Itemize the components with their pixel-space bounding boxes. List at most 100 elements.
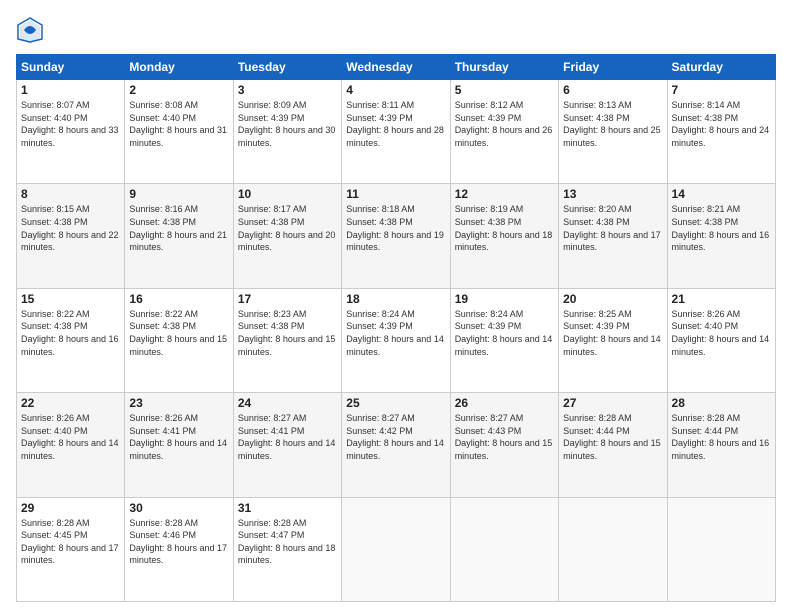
calendar-cell: 8Sunrise: 8:15 AMSunset: 4:38 PMDaylight… xyxy=(17,184,125,288)
day-number: 18 xyxy=(346,292,445,306)
day-info: Sunrise: 8:22 AMSunset: 4:38 PMDaylight:… xyxy=(129,308,228,358)
day-info: Sunrise: 8:24 AMSunset: 4:39 PMDaylight:… xyxy=(346,308,445,358)
calendar-header: SundayMondayTuesdayWednesdayThursdayFrid… xyxy=(17,55,776,80)
day-number: 28 xyxy=(672,396,771,410)
day-number: 20 xyxy=(563,292,662,306)
calendar-cell: 6Sunrise: 8:13 AMSunset: 4:38 PMDaylight… xyxy=(559,80,667,184)
day-info: Sunrise: 8:24 AMSunset: 4:39 PMDaylight:… xyxy=(455,308,554,358)
day-info: Sunrise: 8:26 AMSunset: 4:41 PMDaylight:… xyxy=(129,412,228,462)
day-info: Sunrise: 8:28 AMSunset: 4:45 PMDaylight:… xyxy=(21,517,120,567)
header-day-thursday: Thursday xyxy=(450,55,558,80)
day-info: Sunrise: 8:21 AMSunset: 4:38 PMDaylight:… xyxy=(672,203,771,253)
day-info: Sunrise: 8:07 AMSunset: 4:40 PMDaylight:… xyxy=(21,99,120,149)
calendar-cell: 25 Sunrise: 8:27 AMSunset: 4:42 PMDayligh… xyxy=(342,393,450,497)
day-number: 4 xyxy=(346,83,445,97)
calendar-row-0: 1 Sunrise: 8:07 AMSunset: 4:40 PMDaylight… xyxy=(17,80,776,184)
day-number: 15 xyxy=(21,292,120,306)
calendar-cell: 16 Sunrise: 8:22 AMSunset: 4:38 PMDayligh… xyxy=(125,288,233,392)
day-info: Sunrise: 8:22 AMSunset: 4:38 PMDaylight:… xyxy=(21,308,120,358)
day-number: 19 xyxy=(455,292,554,306)
day-number: 25 xyxy=(346,396,445,410)
day-number: 10 xyxy=(238,187,337,201)
day-info: Sunrise: 8:27 AMSunset: 4:42 PMDaylight:… xyxy=(346,412,445,462)
calendar-cell xyxy=(667,497,775,601)
day-number: 31 xyxy=(238,501,337,515)
header-row: SundayMondayTuesdayWednesdayThursdayFrid… xyxy=(17,55,776,80)
day-info: Sunrise: 8:26 AMSunset: 4:40 PMDaylight:… xyxy=(672,308,771,358)
calendar-cell: 26 Sunrise: 8:27 AMSunset: 4:43 PMDayligh… xyxy=(450,393,558,497)
day-info: Sunrise: 8:26 AMSunset: 4:40 PMDaylight:… xyxy=(21,412,120,462)
day-info: Sunrise: 8:16 AMSunset: 4:38 PMDaylight:… xyxy=(129,203,228,253)
calendar-cell: 1 Sunrise: 8:07 AMSunset: 4:40 PMDaylight… xyxy=(17,80,125,184)
day-number: 11 xyxy=(346,187,445,201)
header-day-tuesday: Tuesday xyxy=(233,55,341,80)
day-number: 23 xyxy=(129,396,228,410)
day-info: Sunrise: 8:12 AMSunset: 4:39 PMDaylight:… xyxy=(455,99,554,149)
day-info: Sunrise: 8:28 AMSunset: 4:46 PMDaylight:… xyxy=(129,517,228,567)
day-number: 22 xyxy=(21,396,120,410)
day-info: Sunrise: 8:20 AMSunset: 4:38 PMDaylight:… xyxy=(563,203,662,253)
day-info: Sunrise: 8:27 AMSunset: 4:41 PMDaylight:… xyxy=(238,412,337,462)
calendar-cell: 30Sunrise: 8:28 AMSunset: 4:46 PMDayligh… xyxy=(125,497,233,601)
header-day-wednesday: Wednesday xyxy=(342,55,450,80)
day-info: Sunrise: 8:18 AMSunset: 4:38 PMDaylight:… xyxy=(346,203,445,253)
day-number: 16 xyxy=(129,292,228,306)
calendar-row-4: 29 Sunrise: 8:28 AMSunset: 4:45 PMDayligh… xyxy=(17,497,776,601)
calendar-row-3: 22 Sunrise: 8:26 AMSunset: 4:40 PMDayligh… xyxy=(17,393,776,497)
day-info: Sunrise: 8:09 AMSunset: 4:39 PMDaylight:… xyxy=(238,99,337,149)
day-info: Sunrise: 8:15 AMSunset: 4:38 PMDaylight:… xyxy=(21,203,120,253)
calendar-cell xyxy=(342,497,450,601)
day-info: Sunrise: 8:08 AMSunset: 4:40 PMDaylight:… xyxy=(129,99,228,149)
logo-icon xyxy=(16,16,44,44)
calendar-cell: 19 Sunrise: 8:24 AMSunset: 4:39 PMDayligh… xyxy=(450,288,558,392)
calendar-cell: 23 Sunrise: 8:26 AMSunset: 4:41 PMDayligh… xyxy=(125,393,233,497)
day-info: Sunrise: 8:28 AMSunset: 4:44 PMDaylight:… xyxy=(672,412,771,462)
day-number: 14 xyxy=(672,187,771,201)
day-info: Sunrise: 8:17 AMSunset: 4:38 PMDaylight:… xyxy=(238,203,337,253)
calendar-cell: 28 Sunrise: 8:28 AMSunset: 4:44 PMDayligh… xyxy=(667,393,775,497)
header-day-sunday: Sunday xyxy=(17,55,125,80)
day-info: Sunrise: 8:25 AMSunset: 4:39 PMDaylight:… xyxy=(563,308,662,358)
day-number: 2 xyxy=(129,83,228,97)
calendar-cell: 20 Sunrise: 8:25 AMSunset: 4:39 PMDayligh… xyxy=(559,288,667,392)
day-number: 17 xyxy=(238,292,337,306)
day-number: 27 xyxy=(563,396,662,410)
day-number: 5 xyxy=(455,83,554,97)
day-number: 7 xyxy=(672,83,771,97)
calendar-row-2: 15 Sunrise: 8:22 AMSunset: 4:38 PMDayligh… xyxy=(17,288,776,392)
header-day-friday: Friday xyxy=(559,55,667,80)
calendar-cell: 27Sunrise: 8:28 AMSunset: 4:44 PMDayligh… xyxy=(559,393,667,497)
calendar-cell: 2 Sunrise: 8:08 AMSunset: 4:40 PMDaylight… xyxy=(125,80,233,184)
calendar-cell: 13 Sunrise: 8:20 AMSunset: 4:38 PMDayligh… xyxy=(559,184,667,288)
day-number: 29 xyxy=(21,501,120,515)
calendar-cell: 31Sunrise: 8:28 AMSunset: 4:47 PMDayligh… xyxy=(233,497,341,601)
calendar-cell: 22 Sunrise: 8:26 AMSunset: 4:40 PMDayligh… xyxy=(17,393,125,497)
day-info: Sunrise: 8:14 AMSunset: 4:38 PMDaylight:… xyxy=(672,99,771,149)
calendar-row-1: 8Sunrise: 8:15 AMSunset: 4:38 PMDaylight… xyxy=(17,184,776,288)
calendar-cell xyxy=(450,497,558,601)
calendar-cell: 11 Sunrise: 8:18 AMSunset: 4:38 PMDayligh… xyxy=(342,184,450,288)
header-day-saturday: Saturday xyxy=(667,55,775,80)
calendar-cell: 15 Sunrise: 8:22 AMSunset: 4:38 PMDayligh… xyxy=(17,288,125,392)
day-info: Sunrise: 8:27 AMSunset: 4:43 PMDaylight:… xyxy=(455,412,554,462)
calendar-cell: 29 Sunrise: 8:28 AMSunset: 4:45 PMDayligh… xyxy=(17,497,125,601)
calendar-cell: 17Sunrise: 8:23 AMSunset: 4:38 PMDayligh… xyxy=(233,288,341,392)
calendar-cell: 5 Sunrise: 8:12 AMSunset: 4:39 PMDaylight… xyxy=(450,80,558,184)
day-number: 1 xyxy=(21,83,120,97)
calendar-cell: 12Sunrise: 8:19 AMSunset: 4:38 PMDayligh… xyxy=(450,184,558,288)
day-info: Sunrise: 8:13 AMSunset: 4:38 PMDaylight:… xyxy=(563,99,662,149)
day-number: 3 xyxy=(238,83,337,97)
calendar-cell: 10 Sunrise: 8:17 AMSunset: 4:38 PMDayligh… xyxy=(233,184,341,288)
header-day-monday: Monday xyxy=(125,55,233,80)
day-number: 9 xyxy=(129,187,228,201)
day-info: Sunrise: 8:11 AMSunset: 4:39 PMDaylight:… xyxy=(346,99,445,149)
day-number: 12 xyxy=(455,187,554,201)
logo xyxy=(16,16,48,44)
calendar-body: 1 Sunrise: 8:07 AMSunset: 4:40 PMDaylight… xyxy=(17,80,776,602)
day-number: 26 xyxy=(455,396,554,410)
day-number: 13 xyxy=(563,187,662,201)
calendar: SundayMondayTuesdayWednesdayThursdayFrid… xyxy=(16,54,776,602)
calendar-cell: 9 Sunrise: 8:16 AMSunset: 4:38 PMDaylight… xyxy=(125,184,233,288)
day-number: 24 xyxy=(238,396,337,410)
calendar-cell xyxy=(559,497,667,601)
